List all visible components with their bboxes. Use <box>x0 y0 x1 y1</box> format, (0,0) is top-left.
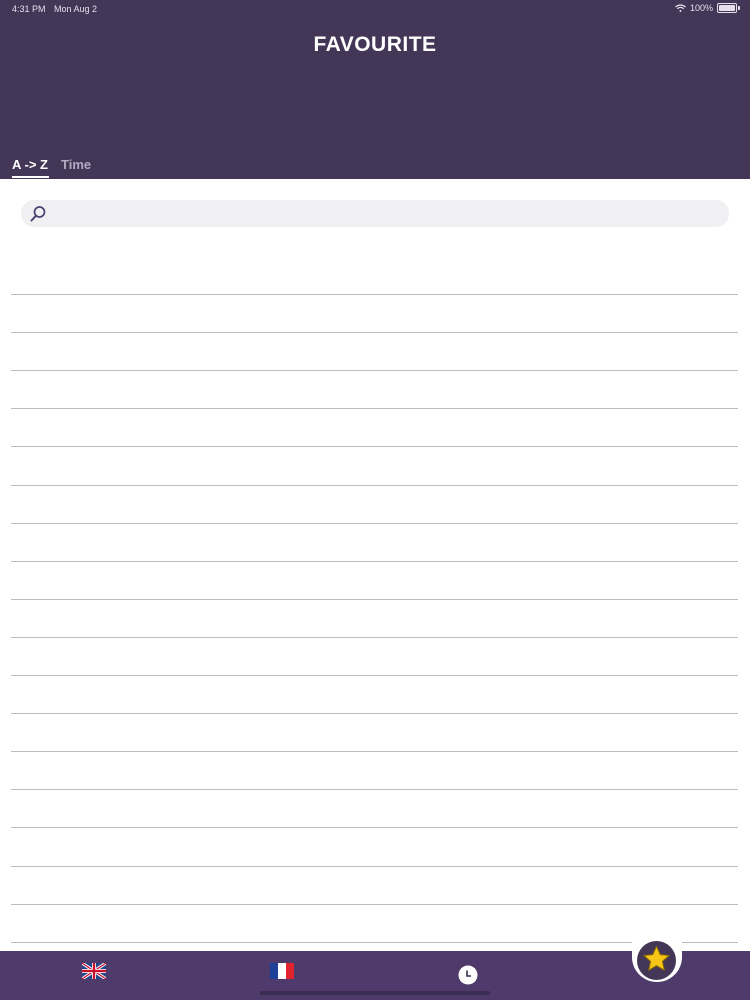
list-separator <box>11 408 738 410</box>
list-separator <box>11 675 738 676</box>
list-separator <box>11 903 738 905</box>
status-indicators: 100% <box>675 3 740 13</box>
list-separator <box>11 713 738 715</box>
active-tab-indicator <box>12 176 49 178</box>
list-separator <box>11 751 738 753</box>
battery-icon <box>717 3 737 13</box>
page-title: FAVOURITE <box>313 33 437 56</box>
france-flag-icon[interactable] <box>270 963 294 979</box>
list-separator <box>11 484 738 486</box>
list-separator <box>11 370 738 372</box>
list-separator <box>11 332 738 334</box>
flag-stripe-red <box>286 963 294 979</box>
list-separator <box>11 522 738 524</box>
star-icon[interactable] <box>641 944 672 975</box>
list-separator <box>11 598 738 600</box>
wifi-icon <box>675 4 686 12</box>
list-separator <box>11 636 738 638</box>
flag-stripe-white <box>278 963 286 979</box>
search-bar[interactable] <box>21 200 729 229</box>
battery-percent: 100% <box>689 3 713 13</box>
list-separator <box>11 560 738 562</box>
status-date: Mon Aug 2 <box>54 4 98 14</box>
tab-time[interactable]: Time <box>61 157 91 172</box>
list-separator <box>11 827 738 829</box>
search-input[interactable] <box>51 200 719 229</box>
list-separator <box>11 294 738 295</box>
flag-stripe-blue <box>270 963 278 979</box>
battery-nub <box>738 6 740 10</box>
list-separator <box>11 446 738 448</box>
list-separator <box>11 789 738 791</box>
clock-icon[interactable] <box>458 965 478 985</box>
header: 4:31 PM Mon Aug 2 100% FAVOURITE A -> Z … <box>0 0 750 179</box>
search-icon <box>30 206 46 222</box>
tab-a-to-z[interactable]: A -> Z <box>12 157 48 172</box>
list-separator <box>11 865 738 867</box>
home-indicator <box>260 991 490 995</box>
uk-flag-icon[interactable] <box>82 963 106 979</box>
status-time: 4:31 PM <box>12 4 46 14</box>
list-separator <box>11 941 738 943</box>
